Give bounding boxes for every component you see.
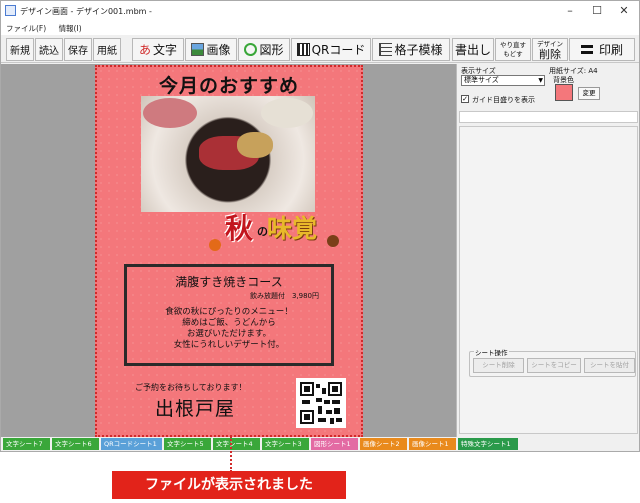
- image-button[interactable]: 画像: [185, 38, 237, 61]
- load-button[interactable]: 読込: [35, 38, 63, 61]
- qr-button[interactable]: QRコード: [291, 38, 371, 61]
- title-bar: デザイン画面 - デザイン001.mbm - – ☐ ✕: [1, 1, 639, 21]
- push-out-button[interactable]: 書出し: [452, 38, 494, 61]
- menu-info[interactable]: 情報(I): [54, 21, 87, 36]
- text-button-label: 文字: [153, 43, 178, 57]
- paper-button[interactable]: 用紙: [93, 38, 121, 61]
- badge-mikaku: 味覚: [267, 214, 318, 243]
- guide-grid-label: ガイド目盛りを表示: [472, 96, 535, 104]
- flyer-title[interactable]: 今月のおすすめ: [97, 71, 361, 98]
- bg-color-swatch[interactable]: [555, 84, 573, 101]
- autumn-flavor-badge[interactable]: 秋 の 味覚: [209, 207, 349, 259]
- course-title: 満腹すき焼きコース: [175, 275, 283, 289]
- shop-name[interactable]: 出根戸屋: [155, 394, 235, 421]
- grid-pattern-button-label: 格子模様: [394, 43, 443, 57]
- toolbar: 新規 読込 保存 用紙 あ 文字 画像 図形 QRコード 格子模様 書出し やり…: [1, 35, 639, 63]
- minimize-button[interactable]: –: [557, 2, 583, 19]
- close-button[interactable]: ✕: [611, 2, 637, 19]
- sheet-copy-button[interactable]: シートをコピー: [527, 358, 581, 373]
- course-box[interactable]: 満腹すき焼きコース 飲み放題付 3,980円 食欲の秋にぴったりのメニュー！ 締…: [124, 264, 334, 366]
- course-desc-line: 締めはご飯、うどんから: [182, 318, 276, 328]
- course-price: 飲み放題付 3,980円: [249, 292, 319, 300]
- sheet-ops-label: シート操作: [474, 347, 509, 357]
- sheet-tab[interactable]: 文字シート6: [52, 438, 99, 450]
- shape-button-label: 図形: [259, 43, 284, 57]
- course-description: 食欲の秋にぴったりのメニュー！ 締めはご飯、うどんから お選びいただけます。 女…: [127, 307, 331, 351]
- qr-code-icon: [300, 382, 342, 424]
- reservation-text[interactable]: ご予約をお待ちしております！: [135, 382, 247, 393]
- display-size-value: 標準サイズ: [464, 76, 499, 84]
- maximize-button[interactable]: ☐: [584, 2, 610, 19]
- badge-aki: 秋: [225, 212, 254, 245]
- sheet-operations-group: シート操作 シート削除 シートをコピー シートを貼付: [469, 347, 636, 377]
- status-banner: ファイルが表示されました: [112, 471, 346, 499]
- print-button[interactable]: 印刷: [569, 38, 635, 61]
- text-button[interactable]: あ 文字: [132, 38, 184, 61]
- sheet-tab[interactable]: 文字シート5: [164, 438, 211, 450]
- sheet-tab[interactable]: 画像シート1: [409, 438, 456, 450]
- sheet-tab[interactable]: 画像シート2: [360, 438, 407, 450]
- menu-file[interactable]: ファイル(F): [1, 21, 51, 36]
- flyer-canvas[interactable]: 今月のおすすめ 秋 の 味覚 満腹すき焼きコース 飲み放題付 3,980円 食欲…: [95, 65, 363, 437]
- undo-label: もどす: [503, 49, 523, 58]
- sheet-tab[interactable]: 図形シート1: [311, 438, 358, 450]
- app-icon: [5, 5, 16, 16]
- guide-grid-checkbox[interactable]: ✓: [461, 95, 469, 103]
- course-desc-line: 女性にうれしいデザート付。: [173, 340, 285, 350]
- course-desc-line: 食欲の秋にぴったりのメニュー！: [165, 307, 293, 317]
- persimmon-icon: [209, 239, 221, 251]
- chestnut-icon: [327, 235, 339, 247]
- print-icon: [580, 45, 593, 54]
- sukiyaki-photo[interactable]: [141, 96, 315, 212]
- circle-icon: [244, 43, 258, 56]
- image-icon: [191, 43, 205, 56]
- change-color-button[interactable]: 変更: [578, 87, 600, 100]
- sheet-paste-button[interactable]: シートを貼付: [584, 358, 635, 373]
- sheet-delete-button[interactable]: シート削除: [473, 358, 524, 373]
- sheet-tabs: 文字シート7 文字シート6 QRコードシート1 文字シート5 文字シート4 文字シート3 図…: [1, 437, 639, 451]
- delete-label: 削除: [539, 47, 561, 61]
- qr-button-label: QRコード: [311, 43, 366, 57]
- grid-icon: [379, 43, 393, 56]
- course-desc-line: お選びいただけます。: [186, 329, 272, 339]
- print-button-label: 印刷: [598, 43, 623, 57]
- sheet-tab[interactable]: QRコードシート1: [101, 438, 162, 450]
- callout-connector: [230, 436, 232, 472]
- window-title: デザイン画面 - デザイン001.mbm -: [20, 7, 152, 16]
- sheet-tab[interactable]: 文字シート3: [262, 438, 309, 450]
- text-icon: あ: [138, 43, 151, 57]
- redo-undo-button[interactable]: やり直す もどす: [495, 38, 531, 61]
- shape-button[interactable]: 図形: [238, 38, 290, 61]
- design-delete-button[interactable]: デザイン 削除: [532, 38, 568, 61]
- image-button-label: 画像: [206, 43, 231, 57]
- sheet-tab[interactable]: 特殊文字シート1: [458, 438, 518, 450]
- meat-plate-image: [143, 98, 197, 128]
- grid-pattern-button[interactable]: 格子模様: [372, 38, 450, 61]
- side-plate-image: [261, 98, 313, 128]
- vegetable-image: [237, 132, 273, 158]
- chevron-down-icon: ▼: [538, 77, 543, 84]
- qr-icon: [296, 43, 310, 56]
- panel-content-area: シート操作 シート削除 シートをコピー シートを貼付: [459, 126, 638, 434]
- menu-bar: ファイル(F) 情報(I): [1, 21, 639, 35]
- properties-panel: 表示サイズ 標準サイズ ▼ 用紙サイズ: A4 背景色 変更 ✓ ガイド目盛りを…: [456, 64, 639, 437]
- new-button[interactable]: 新規: [6, 38, 34, 61]
- sheet-tab[interactable]: 文字シート7: [3, 438, 50, 450]
- app-window: デザイン画面 - デザイン001.mbm - – ☐ ✕ ファイル(F) 情報(…: [0, 0, 640, 452]
- panel-strip: [459, 111, 638, 123]
- display-size-select[interactable]: 標準サイズ ▼: [461, 75, 545, 86]
- sheet-tab[interactable]: 文字シート4: [213, 438, 260, 450]
- save-button[interactable]: 保存: [64, 38, 92, 61]
- qr-code[interactable]: [296, 378, 346, 428]
- redo-label: やり直す: [500, 40, 526, 49]
